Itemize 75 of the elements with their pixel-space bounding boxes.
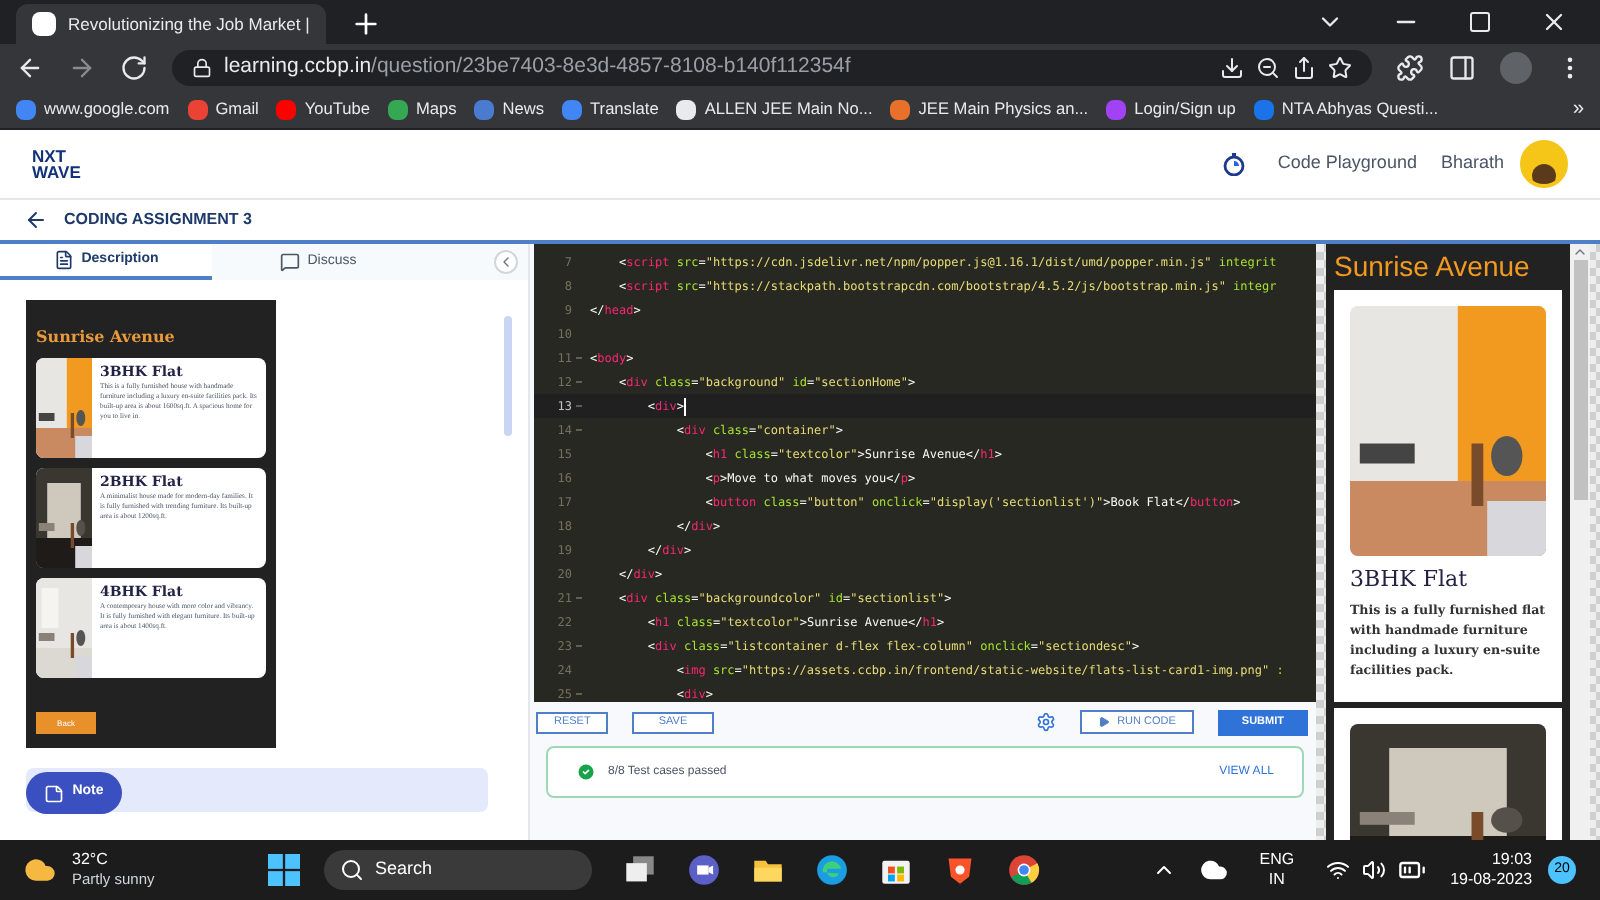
close-icon[interactable] bbox=[1540, 8, 1568, 36]
zoom-out-icon[interactable] bbox=[1256, 55, 1280, 79]
temperature-text: 32°C bbox=[72, 850, 110, 870]
battery-icon[interactable] bbox=[1398, 856, 1427, 884]
search-icon bbox=[339, 858, 364, 882]
reload-icon[interactable] bbox=[120, 53, 148, 81]
cloud-icon[interactable] bbox=[1199, 856, 1228, 884]
preview-heading: Sunrise Avenue bbox=[36, 324, 177, 348]
fold-marker-icon[interactable] bbox=[575, 428, 581, 432]
logo-text: WAVE bbox=[32, 164, 81, 180]
fold-marker-icon[interactable] bbox=[575, 644, 581, 648]
chevron-left-icon bbox=[498, 254, 514, 270]
address-bar[interactable]: learning.ccbp.in/question/23be7403-8e3d-4857-8108-b140f112354f bbox=[172, 49, 1372, 85]
video-chat-icon[interactable] bbox=[687, 854, 720, 886]
search-field[interactable]: Search bbox=[323, 850, 592, 890]
text-cursor bbox=[684, 397, 686, 415]
scroll-up-icon[interactable] bbox=[1572, 244, 1588, 260]
bookmark-link[interactable]: Maps bbox=[416, 96, 457, 122]
browser-icon[interactable] bbox=[815, 854, 848, 886]
bookmark-link[interactable]: NTA Abhyas Questi... bbox=[1281, 96, 1439, 122]
bookmark-link[interactable]: Login/Sign up bbox=[1134, 96, 1236, 122]
weather-icon[interactable] bbox=[24, 854, 56, 886]
nav-link[interactable]: Code Playground bbox=[1277, 150, 1417, 178]
user-avatar[interactable] bbox=[1520, 140, 1568, 188]
url-text: learning.ccbp.in/question/23be7403-8e3d-4857-8108-b140f112354f bbox=[224, 51, 851, 82]
bookmark-link[interactable]: Translate bbox=[590, 96, 659, 122]
windows-start-icon[interactable] bbox=[267, 854, 300, 886]
share-icon[interactable] bbox=[1292, 55, 1316, 79]
task-view-icon[interactable] bbox=[623, 854, 656, 886]
document-icon bbox=[53, 250, 74, 270]
note-icon bbox=[44, 783, 65, 803]
more-bookmarks-button[interactable]: » bbox=[1572, 94, 1584, 124]
volume-icon[interactable] bbox=[1362, 858, 1387, 882]
bookmark-link[interactable]: YouTube bbox=[304, 96, 370, 122]
chrome-icon[interactable] bbox=[1007, 854, 1040, 886]
logo-text: NXT bbox=[32, 148, 68, 164]
stopwatch-icon[interactable] bbox=[1221, 152, 1246, 176]
back-icon[interactable] bbox=[24, 208, 48, 232]
user-name: Bharath bbox=[1440, 150, 1504, 177]
tab-title: Revolutionizing the Job Market | bbox=[68, 11, 310, 37]
side-panel-icon[interactable] bbox=[1448, 53, 1476, 81]
fold-marker-icon[interactable] bbox=[575, 404, 581, 408]
bookmark-link[interactable]: www.google.com bbox=[44, 96, 170, 122]
settings-icon[interactable] bbox=[1035, 712, 1056, 732]
lock-icon bbox=[192, 57, 212, 77]
bookmark-link[interactable]: News bbox=[502, 96, 545, 122]
extensions-icon[interactable] bbox=[1396, 53, 1424, 81]
play-icon bbox=[1097, 716, 1110, 728]
clock-time[interactable]: 19:03 bbox=[1491, 850, 1533, 870]
browser-tab[interactable]: Revolutionizing the Job Market | bbox=[16, 4, 326, 44]
language-text[interactable]: ENG bbox=[1259, 850, 1295, 870]
code-editor[interactable] bbox=[534, 244, 1316, 702]
scrollbar[interactable] bbox=[504, 316, 512, 436]
output-heading: Sunrise Avenue bbox=[1334, 248, 1532, 284]
restore-icon[interactable] bbox=[1468, 10, 1492, 34]
bookmark-link[interactable]: Gmail bbox=[215, 96, 259, 122]
chat-bubble-icon bbox=[279, 252, 300, 272]
star-icon[interactable] bbox=[1328, 55, 1352, 79]
download-icon[interactable] bbox=[1220, 55, 1244, 79]
fold-marker-icon[interactable] bbox=[575, 356, 581, 360]
check-icon bbox=[576, 762, 596, 782]
clock-date[interactable]: 19-08-2023 bbox=[1450, 870, 1533, 890]
fold-marker-icon[interactable] bbox=[575, 380, 581, 384]
fold-marker-icon[interactable] bbox=[575, 596, 581, 600]
new-tab-icon[interactable] bbox=[350, 8, 382, 40]
back-icon[interactable] bbox=[16, 53, 44, 81]
card-title: 3BHK Flat bbox=[1350, 564, 1470, 596]
site-icon bbox=[32, 12, 56, 36]
forward-icon[interactable] bbox=[68, 53, 96, 81]
bookmark-link[interactable]: ALLEN JEE Main No... bbox=[704, 96, 873, 122]
page-title: CODING ASSIGNMENT 3 bbox=[64, 208, 252, 232]
scrollbar[interactable] bbox=[1570, 244, 1590, 840]
language-text[interactable]: IN bbox=[1268, 870, 1285, 890]
bookmark-link[interactable]: JEE Main Physics an... bbox=[918, 96, 1089, 122]
fold-marker-icon[interactable] bbox=[575, 692, 581, 696]
